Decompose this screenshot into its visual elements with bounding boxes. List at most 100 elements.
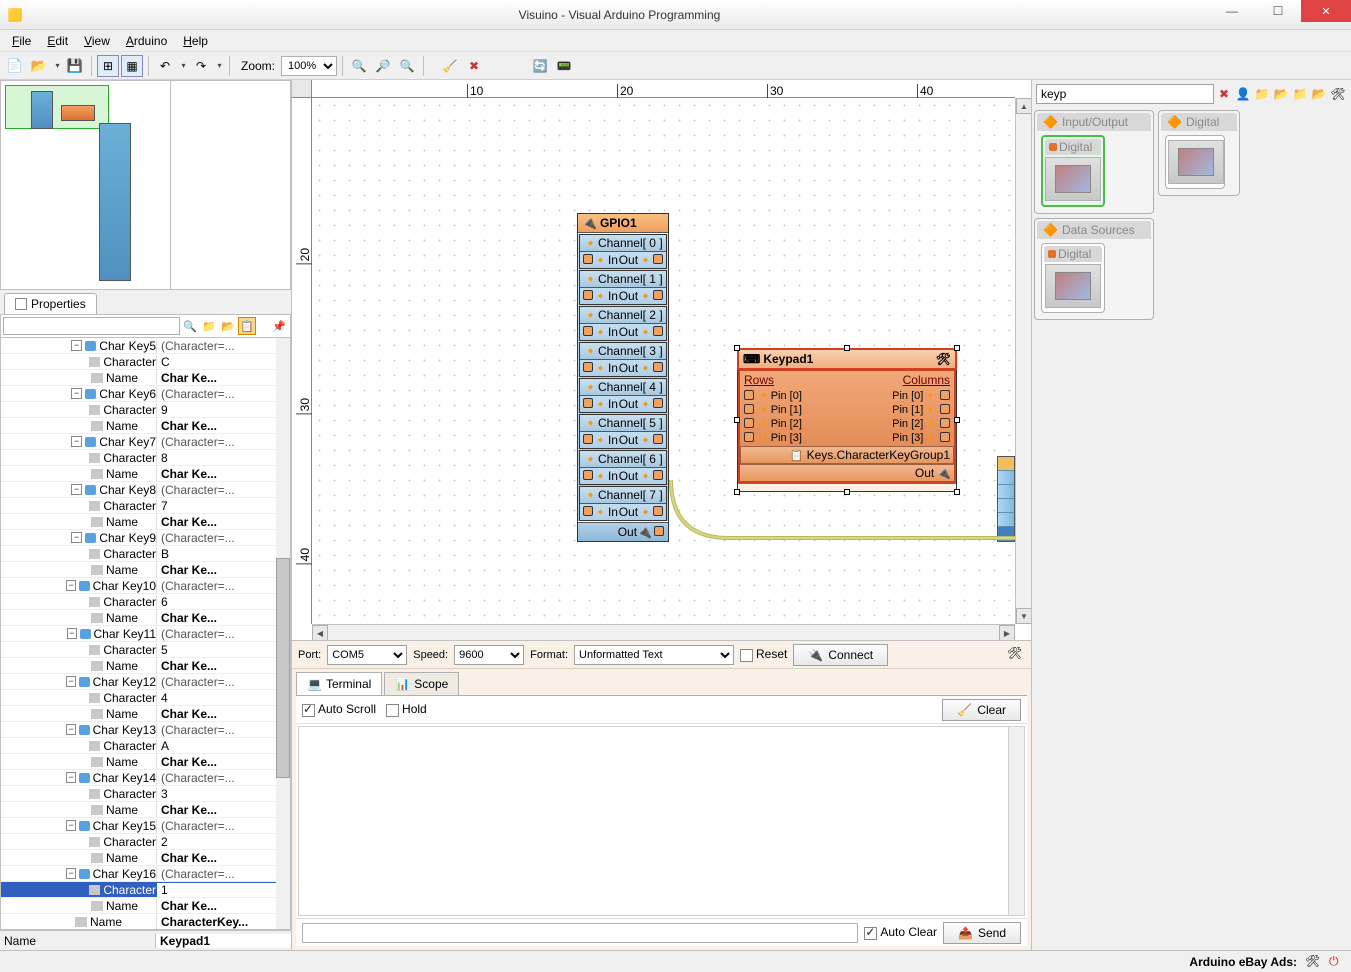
format-select[interactable]: Unformatted Text: [574, 645, 734, 665]
property-row[interactable]: Character2: [1, 834, 290, 850]
property-row[interactable]: Character4: [1, 690, 290, 706]
tab-scope[interactable]: 📊Scope: [384, 672, 459, 695]
redo-button[interactable]: [190, 55, 212, 77]
property-row[interactable]: −Char Key10(Character=...: [1, 578, 290, 594]
property-row[interactable]: Character5: [1, 642, 290, 658]
property-row[interactable]: −Char Key5(Character=...: [1, 338, 290, 354]
property-row[interactable]: −Char Key13(Character=...: [1, 722, 290, 738]
upload-button[interactable]: 🔄: [529, 55, 551, 77]
gpio-channel[interactable]: 🔸Channel[ 2 ]🔸InOut🔸: [579, 306, 667, 341]
terminal-input[interactable]: [302, 923, 858, 943]
hold-checkbox[interactable]: Hold: [386, 702, 427, 716]
property-row[interactable]: Character3: [1, 786, 290, 802]
menu-edit[interactable]: Edit: [39, 32, 76, 50]
keypad-col-pin[interactable]: Pin [1]🔸: [851, 402, 950, 416]
reset-checkbox[interactable]: Reset: [740, 647, 787, 662]
property-row[interactable]: NameChar Ke...: [1, 466, 290, 482]
overview-panel[interactable]: [0, 80, 291, 290]
property-row[interactable]: CharacterA: [1, 738, 290, 754]
statusbar-config[interactable]: [1305, 954, 1321, 970]
tab-terminal[interactable]: 💻Terminal: [296, 672, 382, 695]
redo-dropdown[interactable]: [214, 55, 224, 77]
property-row[interactable]: NameChar Ke...: [1, 850, 290, 866]
palette-item-digital-1[interactable]: Digital: [1041, 135, 1105, 207]
gpio-channel[interactable]: 🔸Channel[ 7 ]🔸InOut🔸: [579, 486, 667, 521]
keypad-row-pin[interactable]: 🔸Pin [1]: [744, 402, 843, 416]
prop-collapse-btn[interactable]: 📂: [219, 317, 237, 335]
palette-btn3[interactable]: 📁: [1253, 85, 1271, 103]
keypad-col-pin[interactable]: Pin [3]🔸: [851, 430, 950, 444]
canvas-scroll-v[interactable]: ▲▼: [1015, 98, 1031, 624]
gpio-channel[interactable]: 🔸Channel[ 3 ]🔸InOut🔸: [579, 342, 667, 377]
send-button[interactable]: 📤Send: [943, 922, 1021, 944]
properties-grid[interactable]: −Char Key5(Character=...CharacterC NameCh…: [0, 338, 291, 930]
autoclear-checkbox[interactable]: Auto Clear: [864, 925, 937, 939]
prop-pin-btn[interactable]: [270, 317, 288, 335]
prop-expand-btn[interactable]: 📁: [200, 317, 218, 335]
property-row[interactable]: −Char Key9(Character=...: [1, 530, 290, 546]
speed-select[interactable]: 9600: [454, 645, 524, 665]
delete-button[interactable]: 🧹: [439, 55, 461, 77]
zoom-in-button[interactable]: 🔎: [372, 55, 394, 77]
component-keypad1[interactable]: ⌨ Keypad1 🛠 Rows 🔸Pin [0]🔸Pin [1]🔸Pin [2…: [737, 348, 957, 492]
menu-view[interactable]: View: [76, 32, 118, 50]
property-row[interactable]: −Char Key8(Character=...: [1, 482, 290, 498]
gpio-channel[interactable]: 🔸Channel[ 1 ]🔸InOut🔸: [579, 270, 667, 305]
canvas-scroll-h[interactable]: ◀▶: [312, 624, 1015, 640]
property-row[interactable]: −Char Key16(Character=...: [1, 866, 290, 882]
gpio-channel[interactable]: 🔸Channel[ 5 ]🔸InOut🔸: [579, 414, 667, 449]
palette-btn4[interactable]: 📂: [1272, 85, 1290, 103]
undo-button[interactable]: [154, 55, 176, 77]
arduino-button[interactable]: 📟: [553, 55, 575, 77]
terminal-output[interactable]: [298, 726, 1025, 916]
gpio-channel[interactable]: 🔸Channel[ 0 ]🔸InOut🔸: [579, 234, 667, 269]
keypad-col-pin[interactable]: Pin [0]🔸: [851, 388, 950, 402]
palette-btn5[interactable]: 📁: [1291, 85, 1309, 103]
palette-filter-btn[interactable]: 👤: [1234, 85, 1252, 103]
property-row[interactable]: Character8: [1, 450, 290, 466]
connect-button[interactable]: 🔌Connect: [793, 644, 888, 666]
delete-all-button[interactable]: [463, 55, 485, 77]
minimize-button[interactable]: [1209, 0, 1255, 22]
keypad-row-pin[interactable]: 🔸Pin [2]: [744, 416, 843, 430]
property-row[interactable]: NameChar Ke...: [1, 514, 290, 530]
palette-clear-search[interactable]: [1215, 85, 1233, 103]
keypad-row-pin[interactable]: 🔸Pin [3]: [744, 430, 843, 444]
property-row[interactable]: NameChar Ke...: [1, 418, 290, 434]
undo-dropdown[interactable]: [178, 55, 188, 77]
keypad-keys-group[interactable]: 📋 Keys.CharacterKeyGroup1: [740, 446, 954, 464]
new-button[interactable]: [4, 55, 26, 77]
terminal-scroll[interactable]: [1008, 727, 1024, 915]
palette-item-digital-2[interactable]: [1165, 135, 1225, 189]
prop-scrollbar[interactable]: [276, 558, 290, 778]
zoom-out-button[interactable]: 🔍: [396, 55, 418, 77]
property-row[interactable]: NameChar Ke...: [1, 706, 290, 722]
property-row[interactable]: −Char Key12(Character=...: [1, 674, 290, 690]
clear-button[interactable]: 🧹Clear: [942, 699, 1021, 721]
prop-search-btn[interactable]: 🔍: [181, 317, 199, 335]
property-row[interactable]: −Char Key15(Character=...: [1, 818, 290, 834]
palette-btn6[interactable]: 📂: [1310, 85, 1328, 103]
property-row[interactable]: CharacterC: [1, 354, 290, 370]
property-row[interactable]: NameChar Ke...: [1, 562, 290, 578]
property-row[interactable]: −Char Key11(Character=...: [1, 626, 290, 642]
property-row[interactable]: NameChar Ke...: [1, 754, 290, 770]
property-row[interactable]: −Char Key7(Character=...: [1, 434, 290, 450]
menu-arduino[interactable]: Arduino: [118, 32, 175, 50]
menu-help[interactable]: Help: [175, 32, 216, 50]
property-row[interactable]: NameChar Ke...: [1, 610, 290, 626]
grid-show-button[interactable]: ▦: [121, 55, 143, 77]
component-edge[interactable]: [997, 456, 1015, 542]
property-row[interactable]: NameChar Ke...: [1, 802, 290, 818]
properties-tab[interactable]: Properties: [4, 293, 97, 314]
property-row[interactable]: NameChar Ke...: [1, 898, 290, 914]
property-row[interactable]: CharacterB: [1, 546, 290, 562]
close-button[interactable]: [1301, 0, 1351, 22]
statusbar-power[interactable]: [1329, 954, 1345, 970]
palette-search[interactable]: [1036, 84, 1214, 104]
port-select[interactable]: COM5: [327, 645, 407, 665]
property-row[interactable]: −Char Key6(Character=...: [1, 386, 290, 402]
property-row[interactable]: Character9: [1, 402, 290, 418]
component-gpio1[interactable]: 🔌 GPIO1 🔸Channel[ 0 ]🔸InOut🔸🔸Channel[ 1 …: [577, 213, 669, 542]
zoom-select[interactable]: 100%: [281, 56, 337, 76]
